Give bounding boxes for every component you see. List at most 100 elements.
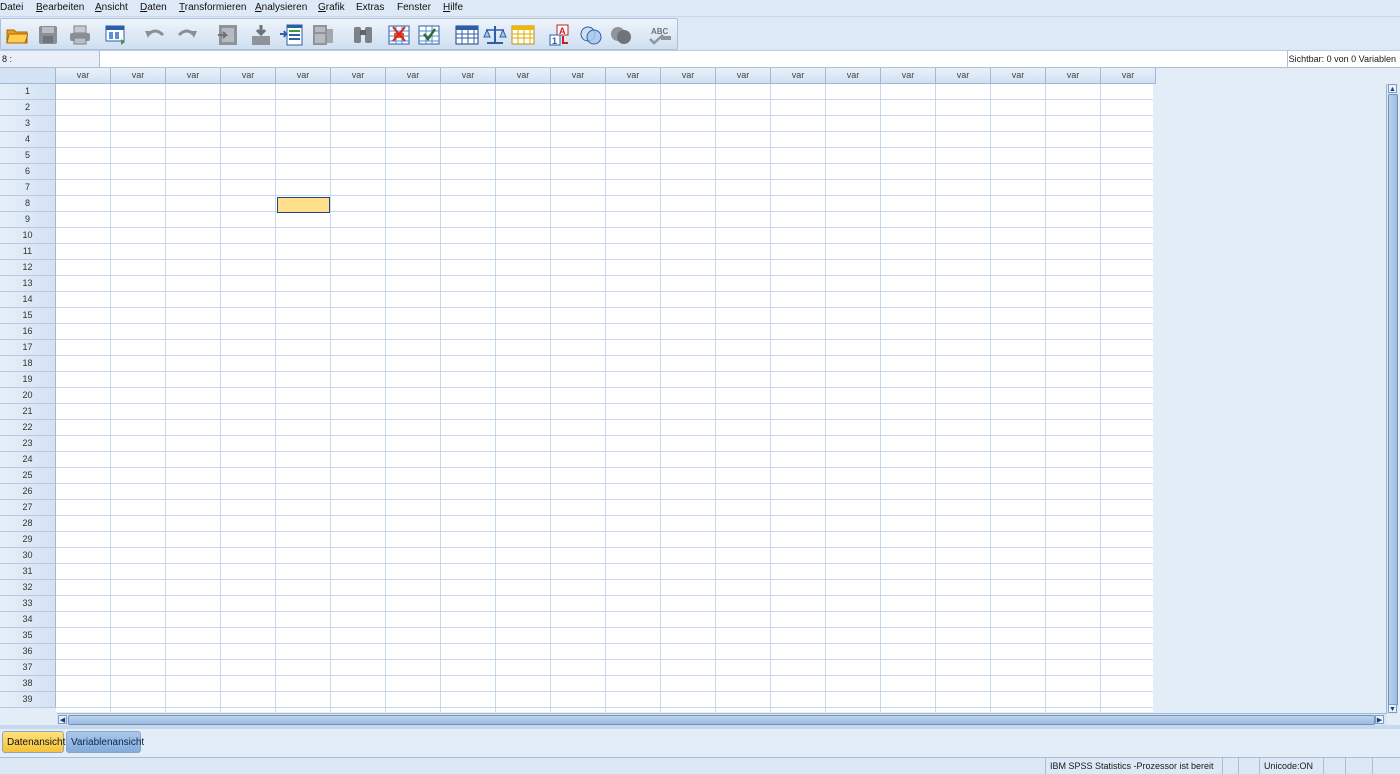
spell-check-icon[interactable]: ABC: [647, 23, 671, 47]
column-header[interactable]: var: [826, 68, 881, 84]
column-header[interactable]: var: [496, 68, 551, 84]
column-header[interactable]: var: [111, 68, 166, 84]
horizontal-scrollbar[interactable]: ◀ ▶: [57, 713, 1387, 725]
vertical-scrollbar[interactable]: ▲ ▼: [1386, 84, 1398, 714]
row-header[interactable]: 33: [0, 596, 56, 612]
select-cases-icon[interactable]: [511, 23, 535, 47]
row-header[interactable]: 5: [0, 148, 56, 164]
undo-icon[interactable]: [143, 23, 167, 47]
row-header[interactable]: 3: [0, 116, 56, 132]
row-header[interactable]: 27: [0, 500, 56, 516]
column-header[interactable]: var: [661, 68, 716, 84]
scroll-down-icon[interactable]: ▼: [1388, 704, 1397, 713]
column-header[interactable]: var: [56, 68, 111, 84]
goto-case-icon[interactable]: [216, 23, 240, 47]
row-header[interactable]: 37: [0, 660, 56, 676]
column-header[interactable]: var: [606, 68, 661, 84]
menu-item-bearbeiten[interactable]: Bearbeiten: [36, 2, 84, 14]
menu-item-transformieren[interactable]: Transformieren: [179, 2, 246, 14]
grid-cells[interactable]: [56, 84, 1153, 712]
row-header[interactable]: 35: [0, 628, 56, 644]
column-header[interactable]: var: [221, 68, 276, 84]
column-header[interactable]: var: [991, 68, 1046, 84]
row-header[interactable]: 30: [0, 548, 56, 564]
row-header[interactable]: 10: [0, 228, 56, 244]
value-labels-icon[interactable]: A1: [549, 23, 573, 47]
column-header[interactable]: var: [441, 68, 496, 84]
insert-variable-icon[interactable]: [417, 23, 441, 47]
row-header[interactable]: 18: [0, 356, 56, 372]
row-header[interactable]: 12: [0, 260, 56, 276]
run-descriptives-icon[interactable]: [311, 23, 335, 47]
goto-variable-icon[interactable]: [249, 23, 273, 47]
use-variable-sets-icon[interactable]: [579, 23, 603, 47]
row-header[interactable]: 15: [0, 308, 56, 324]
column-header[interactable]: var: [716, 68, 771, 84]
menu-item-hilfe[interactable]: Hilfe: [443, 2, 463, 14]
column-header[interactable]: var: [771, 68, 826, 84]
column-header[interactable]: var: [936, 68, 991, 84]
row-header[interactable]: 16: [0, 324, 56, 340]
open-folder-icon[interactable]: [5, 23, 29, 47]
row-header[interactable]: 29: [0, 532, 56, 548]
menu-item-extras[interactable]: Extras: [356, 2, 384, 14]
split-file-icon[interactable]: [455, 23, 479, 47]
column-header[interactable]: var: [166, 68, 221, 84]
cell-value-input[interactable]: [102, 51, 1286, 67]
row-header[interactable]: 25: [0, 468, 56, 484]
row-header[interactable]: 32: [0, 580, 56, 596]
row-header[interactable]: 26: [0, 484, 56, 500]
row-header[interactable]: 23: [0, 436, 56, 452]
row-header[interactable]: 22: [0, 420, 56, 436]
tab-variable-view[interactable]: Variablenansicht: [66, 731, 144, 753]
vertical-scroll-thumb[interactable]: [1388, 94, 1398, 706]
active-cell[interactable]: [277, 197, 330, 213]
row-header[interactable]: 38: [0, 676, 56, 692]
show-all-variables-icon[interactable]: [609, 23, 633, 47]
column-header[interactable]: var: [1046, 68, 1101, 84]
variables-icon[interactable]: [279, 23, 303, 47]
row-header[interactable]: 31: [0, 564, 56, 580]
recall-dialog-icon[interactable]: [105, 23, 129, 47]
row-header[interactable]: 28: [0, 516, 56, 532]
menu-item-datei[interactable]: Datei: [0, 2, 23, 14]
menu-item-daten[interactable]: Daten: [140, 2, 167, 14]
row-header[interactable]: 34: [0, 612, 56, 628]
row-header[interactable]: 39: [0, 692, 56, 708]
row-header[interactable]: 1: [0, 84, 56, 100]
column-header[interactable]: var: [881, 68, 936, 84]
column-header[interactable]: var: [386, 68, 441, 84]
row-header[interactable]: 6: [0, 164, 56, 180]
tab-data-view[interactable]: Datenansicht: [2, 731, 65, 753]
row-header[interactable]: 4: [0, 132, 56, 148]
row-header[interactable]: 2: [0, 100, 56, 116]
row-header[interactable]: 11: [0, 244, 56, 260]
row-header[interactable]: 17: [0, 340, 56, 356]
menu-item-ansicht[interactable]: Ansicht: [95, 2, 128, 14]
menu-item-analysieren[interactable]: Analysieren: [255, 2, 307, 14]
column-header[interactable]: var: [1101, 68, 1156, 84]
row-header[interactable]: 8: [0, 196, 56, 212]
horizontal-scroll-thumb[interactable]: [68, 715, 1375, 725]
column-header[interactable]: var: [551, 68, 606, 84]
scroll-right-icon[interactable]: ▶: [1375, 715, 1384, 724]
print-icon[interactable]: [68, 23, 92, 47]
row-header[interactable]: 9: [0, 212, 56, 228]
scroll-up-icon[interactable]: ▲: [1388, 84, 1397, 93]
column-header[interactable]: var: [331, 68, 386, 84]
row-header[interactable]: 36: [0, 644, 56, 660]
grid-corner[interactable]: [0, 68, 56, 84]
row-header[interactable]: 24: [0, 452, 56, 468]
find-icon[interactable]: [351, 23, 375, 47]
save-icon[interactable]: [36, 23, 60, 47]
row-header[interactable]: 13: [0, 276, 56, 292]
insert-cases-icon[interactable]: [387, 23, 411, 47]
menu-item-fenster[interactable]: Fenster: [397, 2, 431, 14]
row-header[interactable]: 19: [0, 372, 56, 388]
row-header[interactable]: 14: [0, 292, 56, 308]
menu-item-grafik[interactable]: Grafik: [318, 2, 345, 14]
column-header[interactable]: var: [276, 68, 331, 84]
scroll-left-icon[interactable]: ◀: [58, 715, 67, 724]
row-header[interactable]: 21: [0, 404, 56, 420]
weight-cases-icon[interactable]: [483, 23, 507, 47]
